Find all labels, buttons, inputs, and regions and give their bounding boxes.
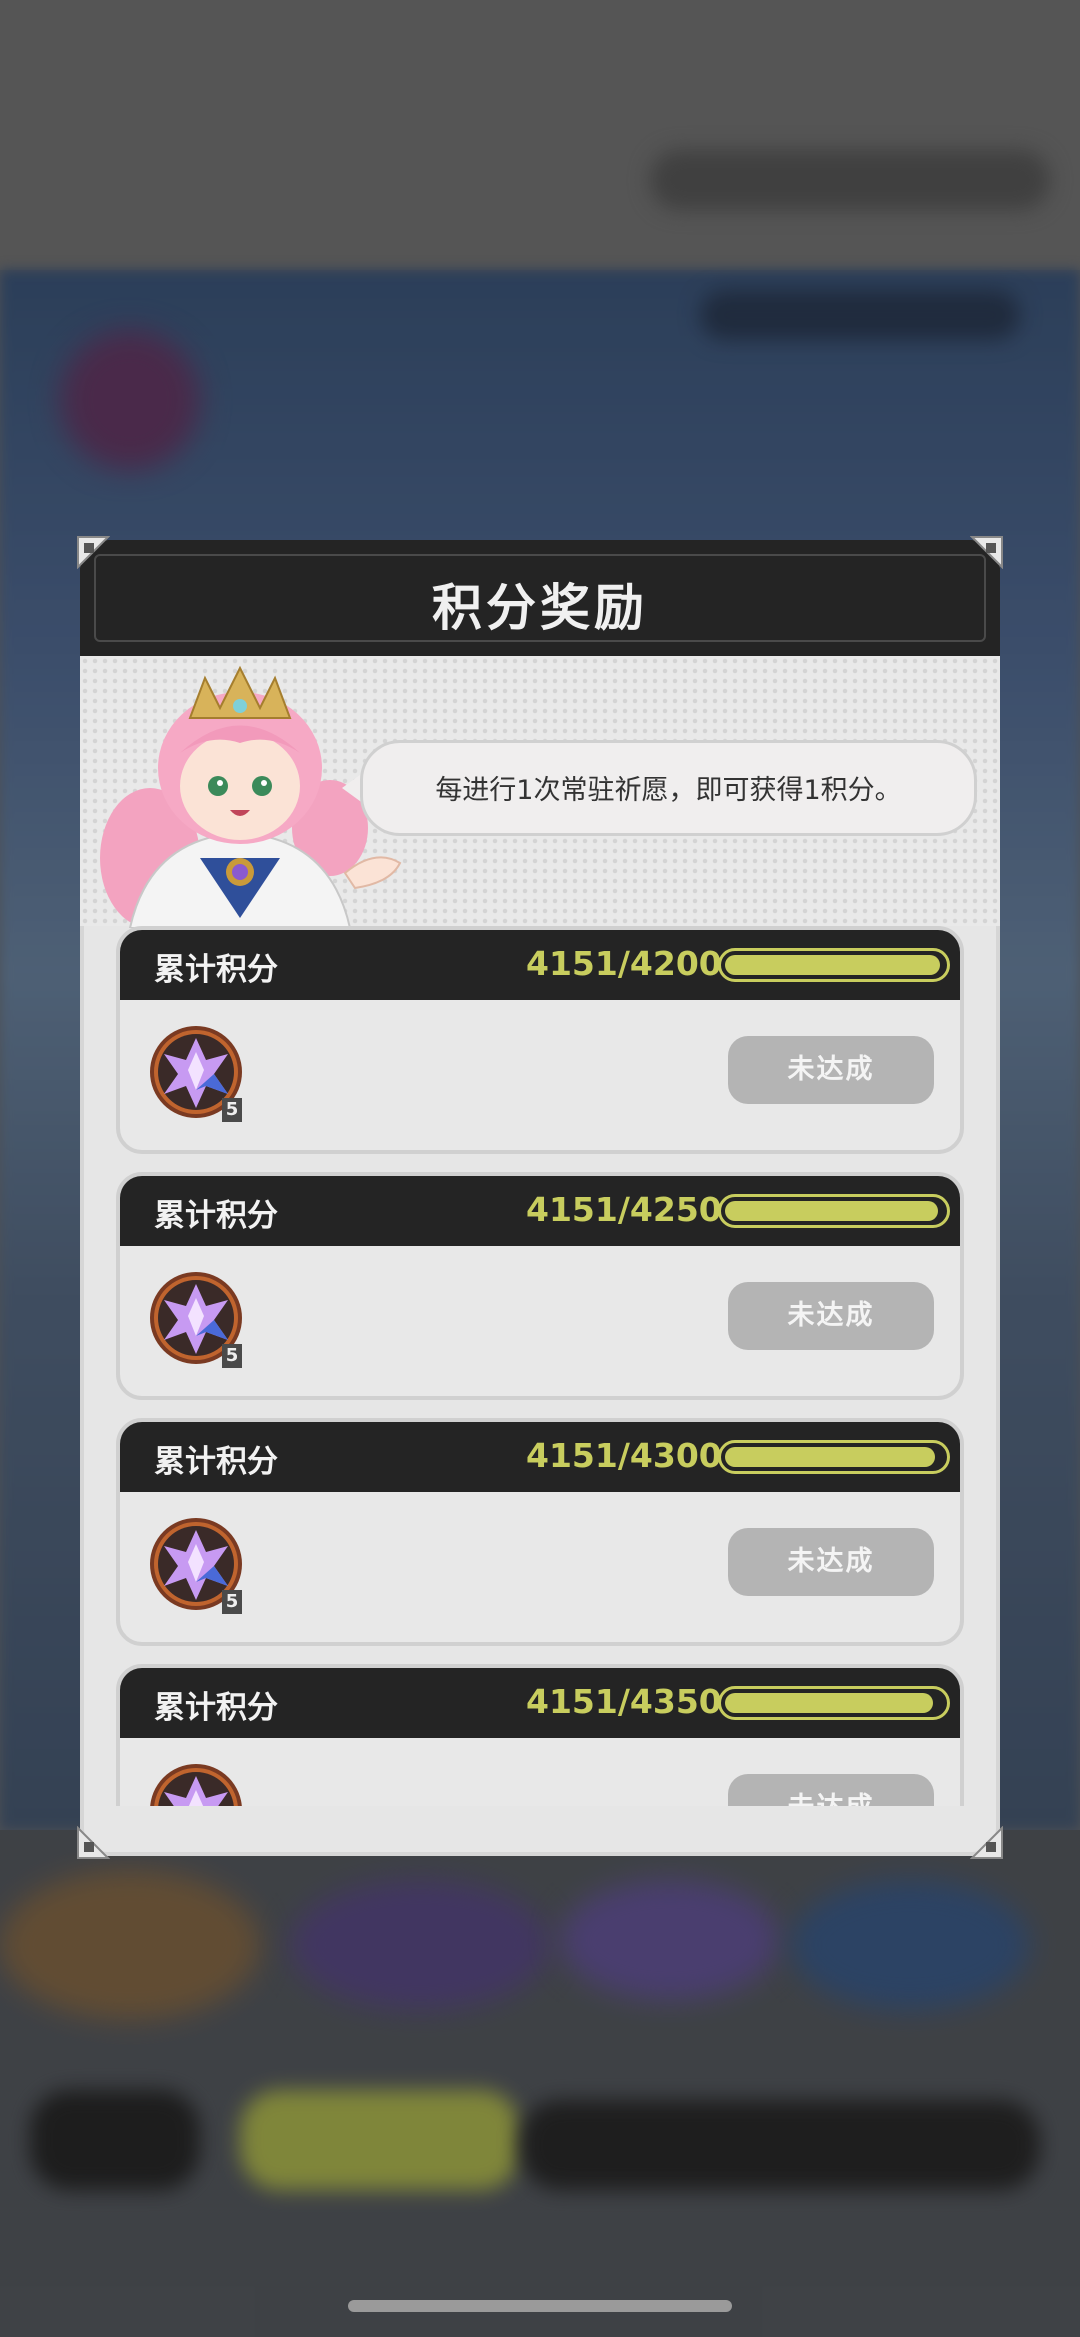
claim-status-button[interactable]: 未达成 — [728, 1528, 934, 1596]
reward-card: 累计积分 4151/4350 5 未达成 — [116, 1664, 964, 1806]
score-progress-fill — [725, 1693, 933, 1713]
reward-card-header: 累计积分 4151/4300 — [120, 1422, 960, 1492]
home-indicator[interactable] — [348, 2300, 732, 2312]
reward-list[interactable]: 累计积分 4151/4200 5 未达成 累计积分 4151/4250 5 未达… — [116, 926, 964, 1806]
reward-card: 累计积分 4151/4200 5 未达成 — [116, 926, 964, 1154]
crystal-icon[interactable] — [148, 1762, 244, 1806]
corner-ornament-icon — [76, 535, 111, 570]
corner-ornament-icon — [969, 535, 1004, 570]
score-progress-fill — [725, 1201, 938, 1221]
claim-status-button[interactable]: 未达成 — [728, 1282, 934, 1350]
reward-card-score: 4151/4200 — [526, 944, 722, 983]
score-progress-fill — [725, 1447, 935, 1467]
dialog-description: 每进行1次常驻祈愿，即可获得1积分。 — [435, 775, 902, 806]
score-progress-bar — [718, 1686, 950, 1720]
reward-card-score: 4151/4350 — [526, 1682, 722, 1721]
reward-card-score: 4151/4300 — [526, 1436, 722, 1475]
reward-card-label: 累计积分 — [154, 1690, 278, 1726]
reward-card-header: 累计积分 4151/4200 — [120, 930, 960, 1000]
score-progress-fill — [725, 955, 940, 975]
reward-card-label: 累计积分 — [154, 1444, 278, 1480]
corner-ornament-icon — [969, 1825, 1004, 1860]
reward-card: 累计积分 4151/4250 5 未达成 — [116, 1172, 964, 1400]
claim-status-button[interactable]: 未达成 — [728, 1774, 934, 1806]
score-progress-bar — [718, 948, 950, 982]
reward-item-count: 5 — [222, 1098, 242, 1122]
reward-item-count: 5 — [222, 1344, 242, 1368]
claim-status-button[interactable]: 未达成 — [728, 1036, 934, 1104]
reward-card-header: 累计积分 4151/4250 — [120, 1176, 960, 1246]
points-reward-dialog: 积分奖励 每进行1次常驻祈愿，即可获得1积分。 累计积分 4151/4200 5… — [80, 540, 1000, 1856]
reward-card-header: 累计积分 4151/4350 — [120, 1668, 960, 1738]
score-progress-bar — [718, 1194, 950, 1228]
score-progress-bar — [718, 1440, 950, 1474]
corner-ornament-icon — [76, 1825, 111, 1860]
dialog-title: 积分奖励 — [432, 579, 648, 637]
reward-card-label: 累计积分 — [154, 952, 278, 988]
reward-card-label: 累计积分 — [154, 1198, 278, 1234]
reward-card-score: 4151/4250 — [526, 1190, 722, 1229]
dialog-header: 积分奖励 — [80, 540, 1000, 656]
reward-card: 累计积分 4151/4300 5 未达成 — [116, 1418, 964, 1646]
reward-item-count: 5 — [222, 1590, 242, 1614]
